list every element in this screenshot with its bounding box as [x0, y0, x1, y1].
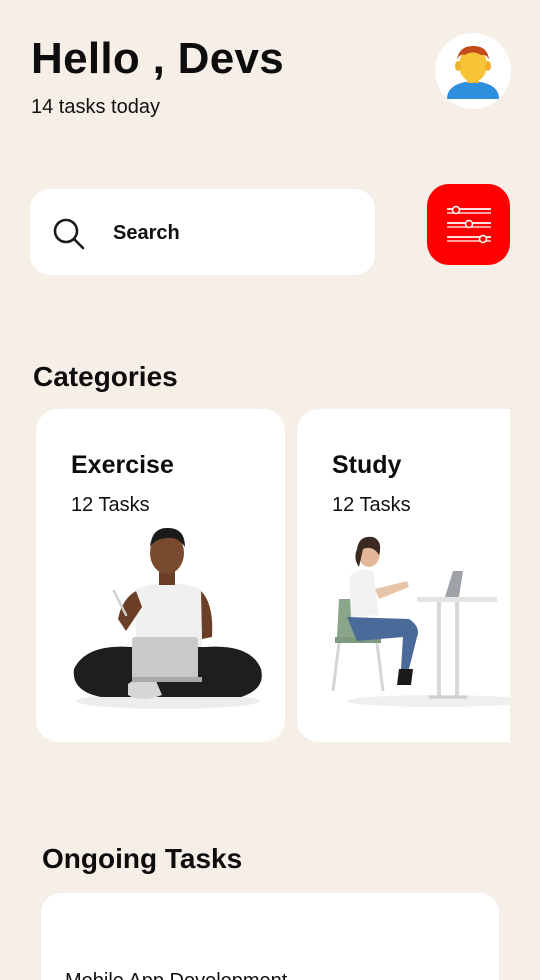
- category-card-count: 12 Tasks: [71, 494, 150, 516]
- categories-carousel[interactable]: Exercise 12 Tasks Study 12 Tasks: [0, 408, 510, 744]
- search-bar[interactable]: Search: [30, 189, 375, 275]
- category-card-study[interactable]: Study 12 Tasks: [297, 409, 510, 742]
- categories-heading: Categories: [33, 361, 178, 392]
- category-card-count: 12 Tasks: [332, 494, 411, 516]
- category-card-title: Study: [332, 451, 402, 479]
- ongoing-tasks-heading: Ongoing Tasks: [42, 843, 243, 874]
- task-card[interactable]: Mobile App Development: [41, 893, 499, 980]
- person-with-laptop-illustration: [73, 527, 262, 709]
- person-at-desk-illustration: [331, 536, 510, 707]
- task-name: Mobile App Development: [65, 970, 287, 980]
- category-card-exercise[interactable]: Exercise 12 Tasks: [36, 409, 285, 742]
- avatar[interactable]: [435, 33, 511, 109]
- search-icon: [53, 218, 85, 250]
- sliders-icon: [447, 205, 491, 244]
- person-avatar-icon: [447, 45, 499, 99]
- greeting-title: Hello , Devs: [31, 34, 285, 83]
- search-label: Search: [113, 222, 180, 244]
- tasks-today-subtitle: 14 tasks today: [31, 96, 160, 118]
- category-card-title: Exercise: [71, 451, 174, 479]
- filter-button[interactable]: [427, 184, 510, 265]
